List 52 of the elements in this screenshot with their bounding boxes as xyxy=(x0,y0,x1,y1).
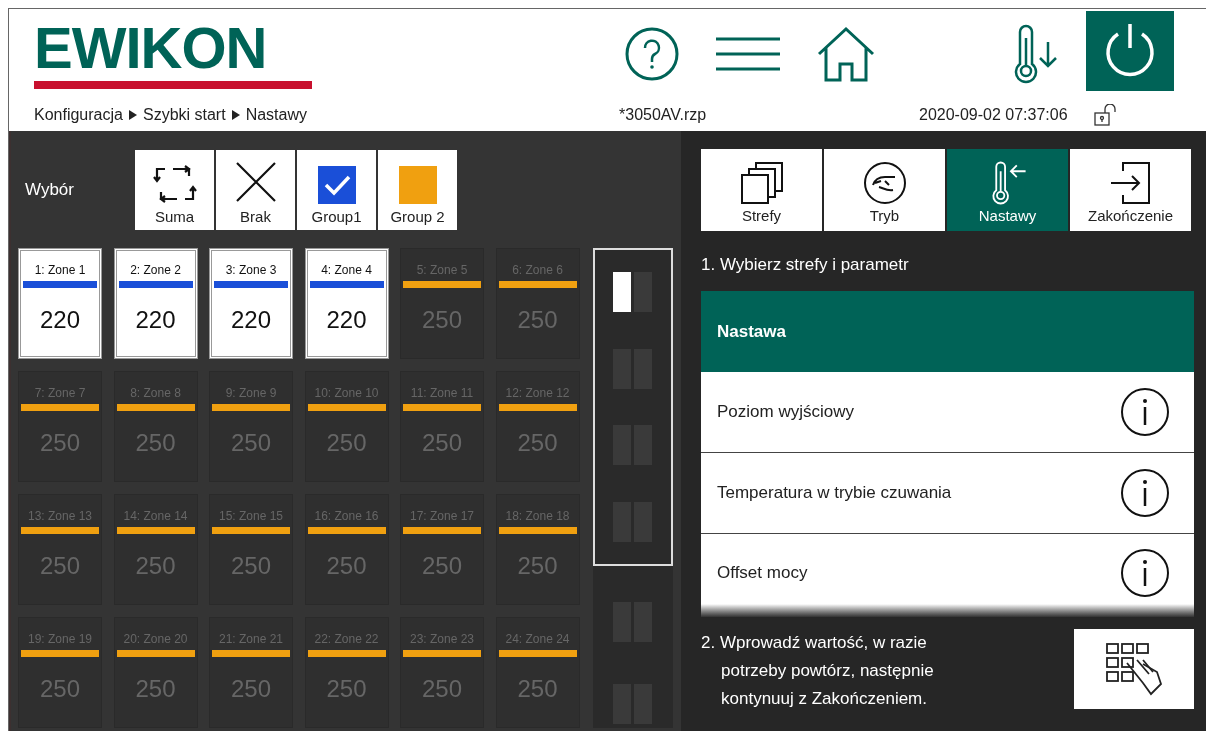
zone-tile[interactable]: 4: Zone 4 220 xyxy=(304,248,389,359)
menu-icon[interactable] xyxy=(714,36,782,72)
tab[interactable]: Strefy xyxy=(701,149,822,231)
zone-name: 1: Zone 1 xyxy=(33,263,87,277)
selection-button[interactable]: Brak xyxy=(216,149,295,230)
logo: EWIKON xyxy=(34,19,268,77)
exit-door-icon xyxy=(1108,161,1153,205)
home-icon[interactable] xyxy=(816,26,876,82)
power-button[interactable] xyxy=(1086,11,1174,91)
tab[interactable]: Zakończenie xyxy=(1070,149,1191,231)
cycle-arrows-icon xyxy=(152,163,197,204)
date-time: 2020-09-02 07:37:06 xyxy=(919,105,1068,125)
selection-button[interactable]: Suma xyxy=(135,149,214,230)
selection-button[interactable]: Group1 xyxy=(297,149,376,230)
parameter-row[interactable]: Temperatura w trybie czuwania xyxy=(701,453,1194,534)
cross-icon xyxy=(233,159,278,204)
breadcrumb-item[interactable]: Konfiguracja xyxy=(34,103,123,127)
zone-tile[interactable]: 1: Zone 1 220 xyxy=(18,248,102,359)
tab[interactable]: Nastawy xyxy=(947,149,1068,231)
separator-icon xyxy=(128,110,137,120)
step-two-text: kontynuuj z Zakończeniem. xyxy=(720,688,928,710)
zone-name: 3: Zone 3 xyxy=(224,263,278,277)
step-one-text: 1. Wybierz strefy i parametr xyxy=(701,255,910,275)
step-two-text: 2. Wprowadź wartość, w razie xyxy=(701,632,928,654)
page-indicator[interactable] xyxy=(613,272,652,313)
zone-value: 220 xyxy=(38,307,81,333)
stacked-squares-icon xyxy=(739,161,784,205)
zone-name: 4: Zone 4 xyxy=(320,263,373,277)
breadcrumb-item[interactable]: Nastawy xyxy=(245,103,307,127)
unlocked-padlock-icon[interactable] xyxy=(1093,104,1118,126)
zone-name: 2: Zone 2 xyxy=(129,263,182,277)
tab[interactable]: Tryb xyxy=(824,149,945,231)
info-icon[interactable] xyxy=(1120,468,1170,518)
selection-button[interactable]: Group 2 xyxy=(378,149,457,230)
parameter-row[interactable]: Poziom wyjściowy xyxy=(701,372,1194,453)
zone-value: 220 xyxy=(134,307,177,333)
zone-value: 220 xyxy=(325,307,368,333)
zone-value: 220 xyxy=(229,307,272,333)
hand-circle-icon xyxy=(862,161,907,205)
parameter-header: Nastawa xyxy=(701,291,1194,372)
file-name: *3050AV.rzp xyxy=(619,105,708,125)
breadcrumb-item[interactable]: Szybki start xyxy=(142,103,226,127)
parameter-row[interactable]: Offset mocy xyxy=(701,534,1194,604)
zone-tile[interactable]: 3: Zone 3 220 xyxy=(209,248,293,359)
separator-icon xyxy=(231,110,240,120)
keypad-button[interactable] xyxy=(1074,629,1194,709)
info-icon[interactable] xyxy=(1120,548,1170,598)
zone-tile[interactable]: 2: Zone 2 220 xyxy=(113,248,198,359)
help-icon[interactable] xyxy=(624,26,680,82)
selection-label: Wybór xyxy=(25,178,75,201)
step-two-text: potrzeby powtórz, następnie xyxy=(720,660,935,682)
info-icon[interactable] xyxy=(1120,387,1170,437)
